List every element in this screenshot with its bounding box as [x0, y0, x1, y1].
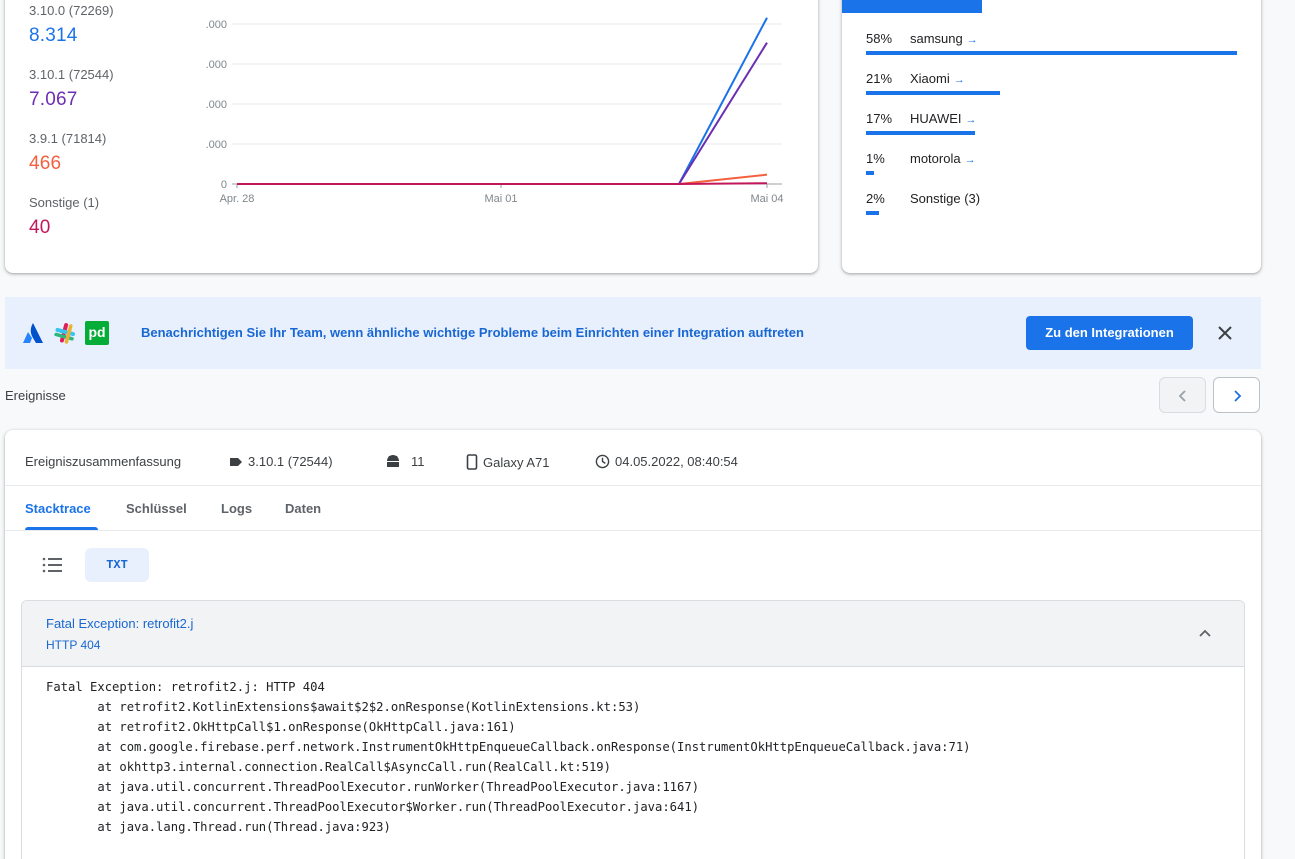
device-row[interactable]: 21% Xiaomi →	[866, 60, 1246, 100]
atlassian-logo	[23, 323, 43, 343]
stack-trace-text: Fatal Exception: retrofit2.j: HTTP 404 a…	[46, 680, 971, 834]
chart-series-line	[237, 182, 768, 185]
summary-os: 11	[385, 454, 425, 469]
exception-title: Fatal Exception: retrofit2.j	[46, 616, 194, 631]
android-icon	[387, 454, 399, 467]
chart-y-tick-label: .000	[206, 59, 227, 71]
summary-device: Galaxy A71	[466, 454, 550, 470]
version-count: 466	[29, 153, 62, 174]
versions-card: 3.10.0 (72269) 8.314 3.10.1 (72544) 7.06…	[5, 0, 818, 273]
device-share-bar	[866, 171, 874, 175]
version-name: 3.10.0 (72269)	[29, 3, 114, 18]
list-view-icon[interactable]	[38, 553, 66, 577]
chart-x-tick-label: Mai 04	[750, 193, 783, 205]
device-name[interactable]: Xiaomi →	[910, 71, 965, 86]
device-percent: 17%	[866, 111, 893, 126]
devices-tab-selected[interactable]	[842, 0, 982, 13]
phone-icon	[466, 454, 478, 470]
chevron-up-icon[interactable]	[1198, 626, 1212, 640]
version-legend-item[interactable]: Sonstige (1) 40	[29, 195, 99, 239]
version-legend-item[interactable]: 3.9.1 (71814) 466	[29, 131, 106, 175]
chart-y-tick-label: 0	[221, 179, 227, 191]
versions-line-chart: .000 .000 .000 .000 0 Apr. 28 Mai 01 Mai 04	[206, 17, 784, 205]
exception-header[interactable]: Fatal Exception: retrofit2.j HTTP 404	[22, 601, 1244, 667]
pagerduty-logo: pd	[85, 321, 109, 345]
txt-view-button[interactable]: TXT	[85, 548, 149, 582]
device-name[interactable]: HUAWEI →	[910, 111, 977, 126]
tab-keys[interactable]: Schlüssel	[126, 501, 187, 516]
event-summary: Ereigniszusammenfassung 3.10.1 (72544) 1…	[5, 430, 1261, 486]
summary-timestamp-text: 04.05.2022, 08:40:54	[615, 454, 738, 469]
summary-device-text: Galaxy A71	[483, 454, 550, 470]
summary-version-text: 3.10.1 (72544)	[248, 454, 333, 469]
device-percent: 1%	[866, 151, 885, 166]
chart-y-tick-label: .000	[206, 139, 227, 151]
event-tabs: Stacktrace Schlüssel Logs Daten	[5, 486, 1261, 531]
devices-card: 58% samsung → 21% Xiaomi → 17% HUAWEI → 1% motorol…	[842, 0, 1261, 273]
arrow-right-icon[interactable]: →	[954, 74, 965, 86]
device-row[interactable]: 58% samsung →	[866, 20, 1246, 60]
exception-subtitle: HTTP 404	[46, 638, 101, 652]
go-to-integrations-button[interactable]: Zu den Integrationen	[1026, 316, 1193, 350]
chart-x-tick-label: Mai 01	[484, 193, 517, 205]
version-name: Sonstige (1)	[29, 195, 100, 210]
version-legend-item[interactable]: 3.10.0 (72269) 8.314	[29, 3, 114, 47]
chart-y-tick-label: .000	[206, 19, 227, 31]
chart-series-line	[237, 173, 768, 185]
summary-timestamp: 04.05.2022, 08:40:54	[595, 454, 738, 469]
version-name: 3.10.1 (72544)	[29, 67, 114, 82]
arrow-right-icon[interactable]: →	[967, 34, 978, 46]
device-percent: 58%	[866, 31, 893, 46]
summary-title: Ereigniszusammenfassung	[25, 454, 182, 469]
exception-panel: Fatal Exception: retrofit2.j HTTP 404 Fa…	[21, 600, 1245, 859]
device-name: Sonstige (3)	[910, 191, 981, 206]
next-event-button[interactable]	[1213, 377, 1260, 413]
version-name: 3.9.1 (71814)	[29, 131, 107, 146]
device-percent: 2%	[866, 191, 885, 206]
integration-banner: pd Benachrichtigen Sie Ihr Team, wenn äh…	[5, 297, 1261, 369]
device-row[interactable]: 17% HUAWEI →	[866, 100, 1246, 140]
banner-message: Benachrichtigen Sie Ihr Team, wenn ähnli…	[141, 325, 804, 340]
label-icon	[230, 457, 242, 466]
version-count: 7.067	[29, 89, 78, 110]
active-tab-indicator	[25, 527, 98, 530]
chevron-right-icon	[1234, 390, 1242, 402]
device-share-bar	[866, 91, 1000, 95]
event-card: Ereigniszusammenfassung 3.10.1 (72544) 1…	[5, 430, 1261, 859]
clock-icon	[595, 454, 610, 469]
device-name[interactable]: samsung →	[910, 31, 978, 46]
summary-version: 3.10.1 (72544)	[229, 454, 333, 469]
device-row: 2% Sonstige (3)	[866, 180, 1246, 220]
chevron-left-icon	[1178, 390, 1186, 402]
version-count: 40	[29, 217, 51, 238]
device-share-bar	[866, 51, 1237, 55]
slack-logo	[54, 323, 75, 344]
version-legend-item[interactable]: 3.10.1 (72544) 7.067	[29, 67, 114, 111]
device-row[interactable]: 1% motorola →	[866, 140, 1246, 180]
close-icon[interactable]	[1213, 321, 1237, 345]
device-name[interactable]: motorola →	[910, 151, 976, 166]
arrow-right-icon[interactable]: →	[966, 114, 977, 126]
summary-os-text: 11	[411, 454, 425, 469]
events-label: Ereignisse	[5, 388, 66, 403]
arrow-right-icon[interactable]: →	[965, 154, 976, 166]
device-percent: 21%	[866, 71, 893, 86]
previous-event-button[interactable]	[1159, 377, 1206, 413]
version-count: 8.314	[29, 25, 78, 46]
device-share-bar	[866, 211, 879, 215]
device-share-bar	[866, 131, 975, 135]
chart-x-tick-label: Apr. 28	[220, 193, 255, 205]
chart-y-tick-label: .000	[206, 99, 227, 111]
tab-logs[interactable]: Logs	[221, 501, 252, 516]
tab-data[interactable]: Daten	[285, 501, 321, 516]
chart-series-line	[237, 17, 768, 185]
tab-stacktrace[interactable]: Stacktrace	[25, 501, 91, 516]
